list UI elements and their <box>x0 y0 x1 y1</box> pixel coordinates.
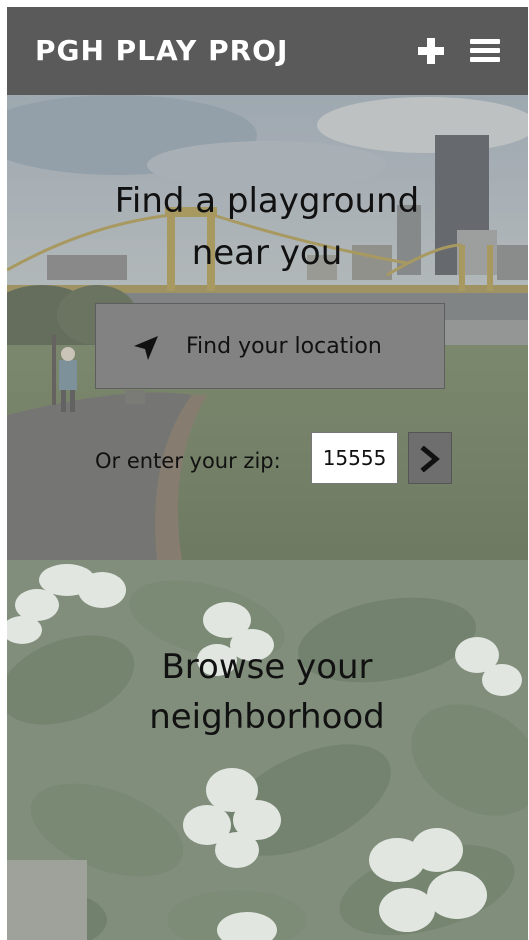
hamburger-menu-icon <box>470 39 500 62</box>
browse-heading-line-1: Browse your <box>161 647 373 687</box>
browse-heading: Browse your neighborhood <box>67 642 467 742</box>
menu-button[interactable] <box>468 33 504 69</box>
location-arrow-icon <box>134 336 158 360</box>
zip-submit-button[interactable] <box>408 432 452 484</box>
browse-overlay <box>7 560 528 940</box>
zip-input[interactable] <box>311 432 398 484</box>
header-bar: PGH PLAY PROJ <box>7 7 528 95</box>
add-button[interactable] <box>413 33 449 69</box>
hero-heading-line-1: Find a playground <box>114 181 420 221</box>
plus-icon <box>418 38 444 64</box>
find-location-button[interactable]: Find your location <box>95 303 445 389</box>
zip-label: Or enter your zip: <box>95 449 281 473</box>
hero-heading-line-2: near you <box>191 233 343 273</box>
find-location-label: Find your location <box>186 334 382 359</box>
brand-title[interactable]: PGH PLAY PROJ <box>35 33 288 69</box>
browse-neighborhood-section[interactable]: Browse your neighborhood <box>7 560 528 940</box>
chevron-right-icon <box>420 446 440 472</box>
hero-heading: Find a playground near you <box>67 175 467 279</box>
app-frame: PGH PLAY PROJ Find a playground near you… <box>7 7 528 940</box>
browse-heading-line-2: neighborhood <box>149 697 385 737</box>
find-playground-section: Find a playground near you Find your loc… <box>7 95 528 560</box>
